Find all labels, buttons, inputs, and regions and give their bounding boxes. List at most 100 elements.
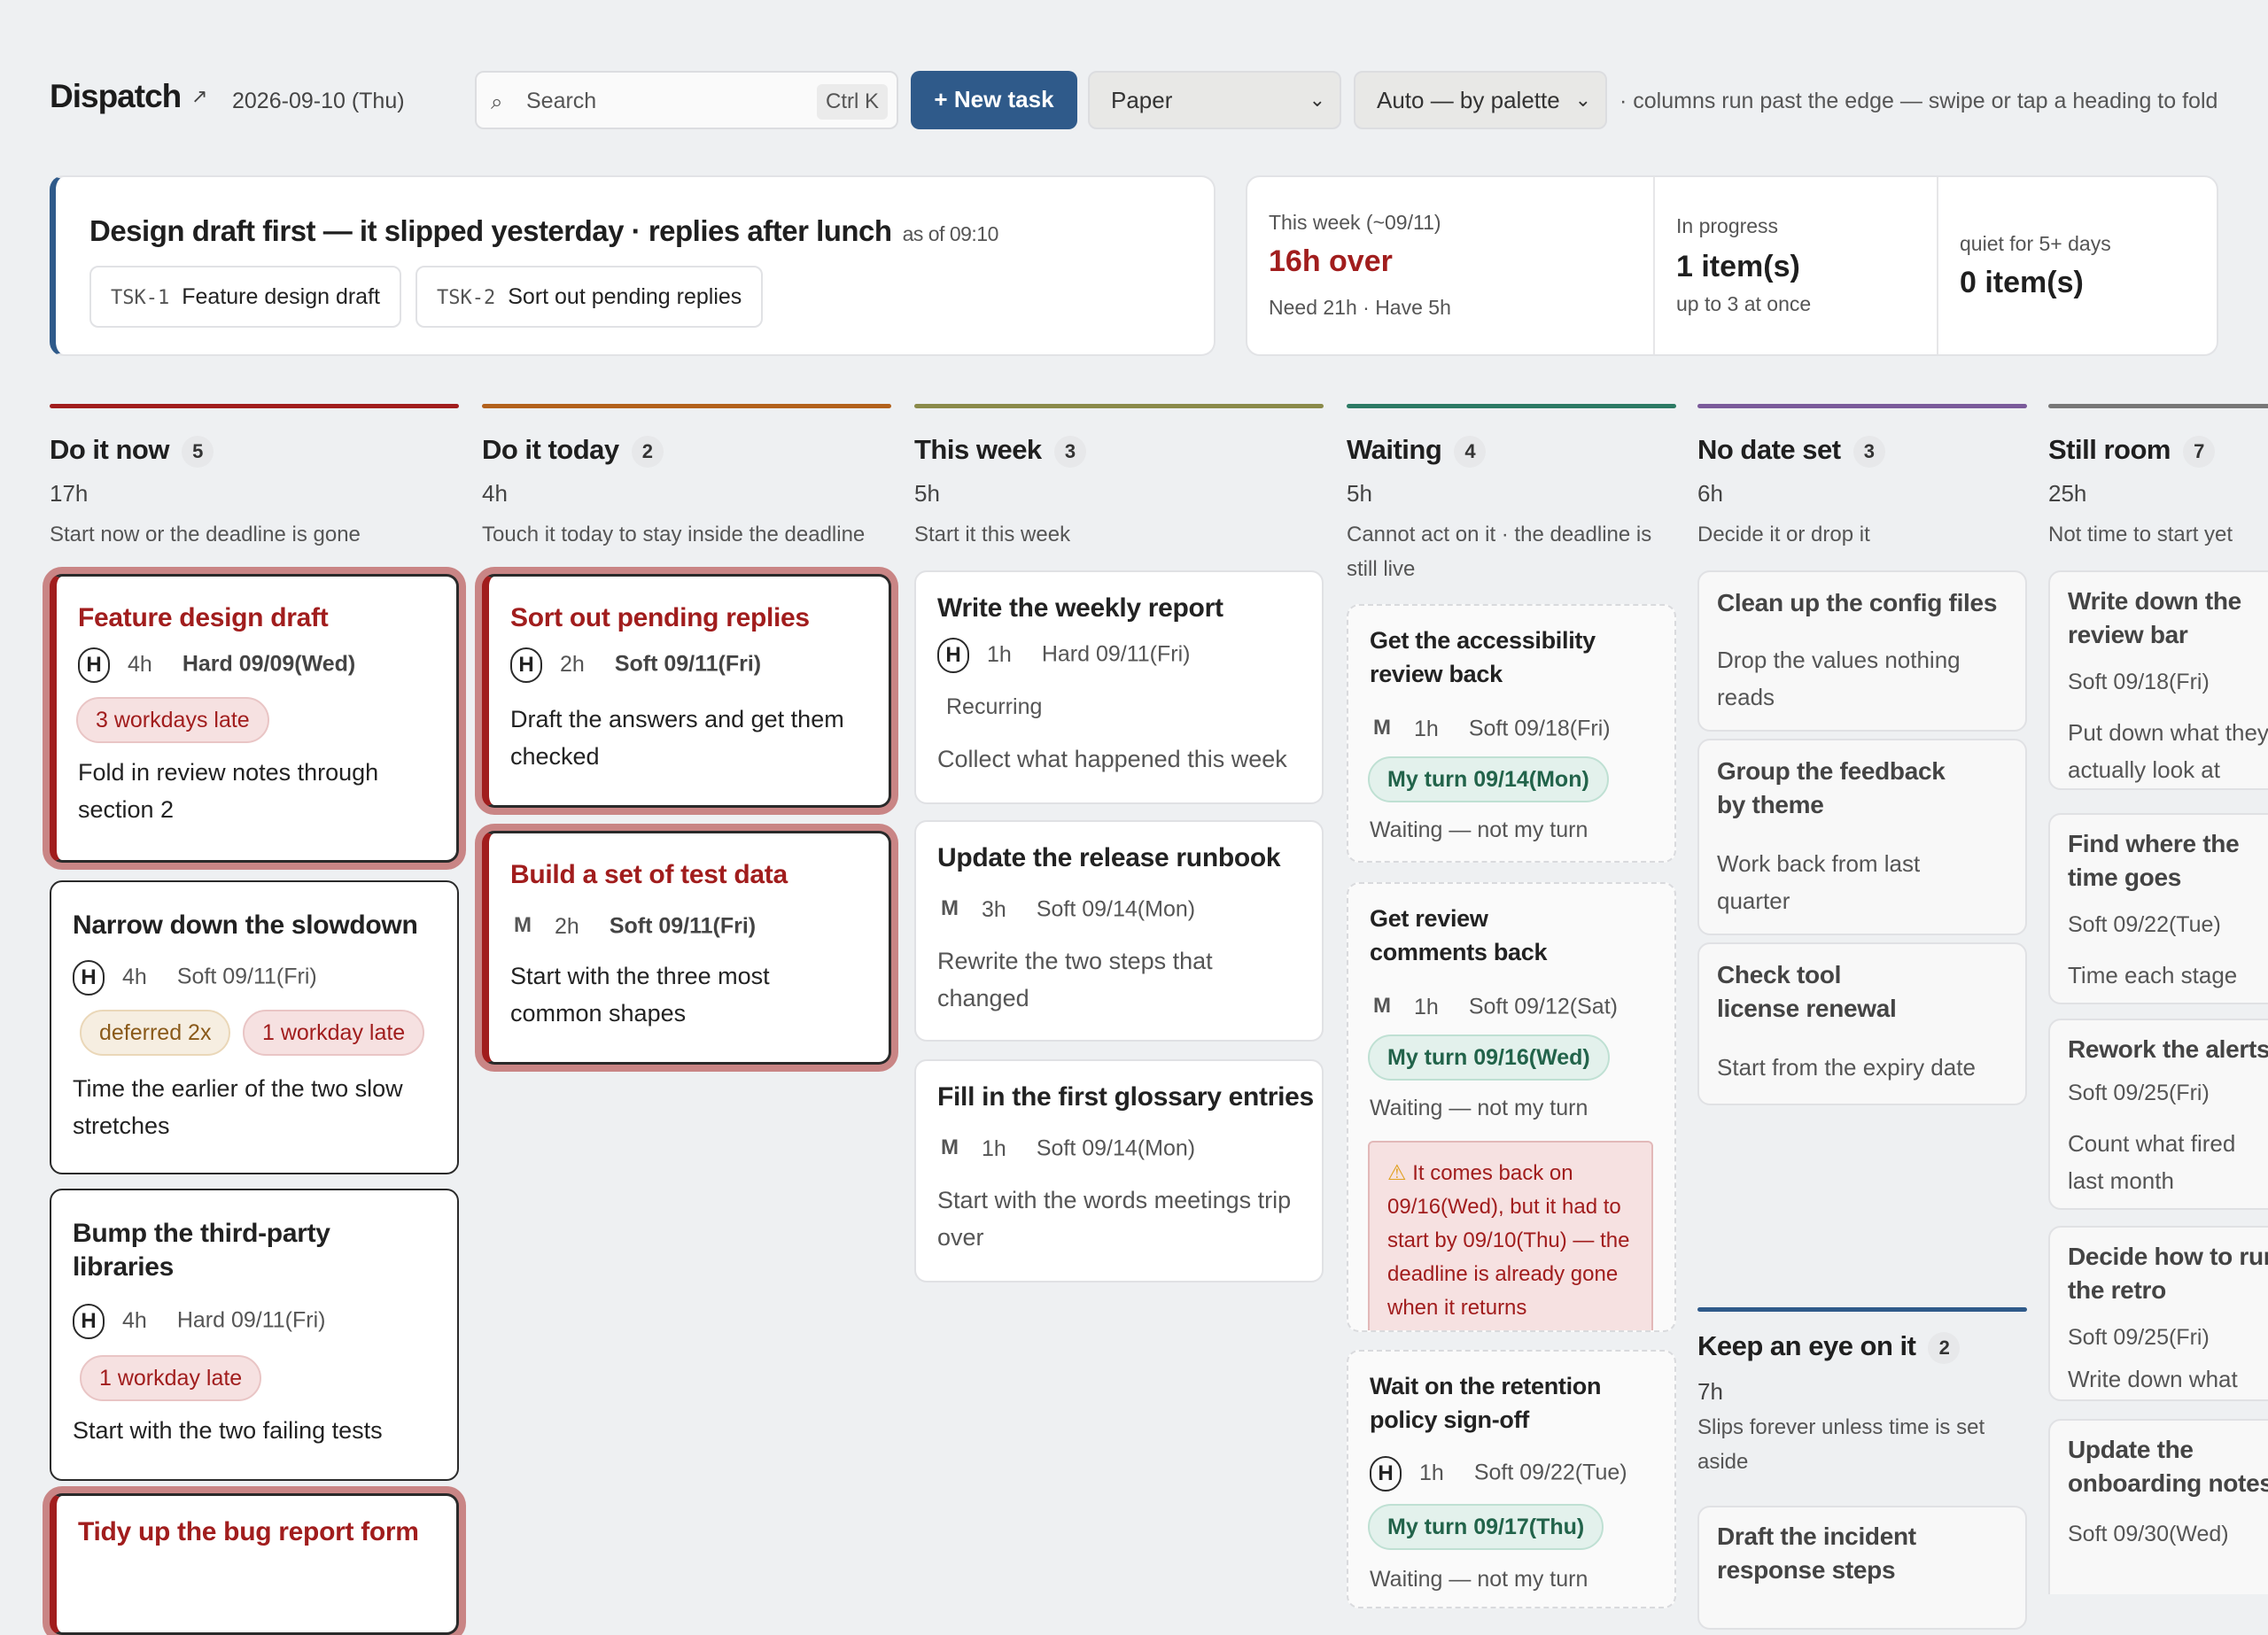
task-hours: 1h [1414,716,1439,741]
task-hours: 4h [128,651,152,677]
task-meta: M 1h Soft 09/18(Fri) [1370,712,1611,748]
late-badge: 1 workday late [243,1010,425,1056]
task-card[interactable]: Feature design draft H 4h Hard 09/09(Wed) … [50,574,459,863]
task-title: Sort out pending replies [510,603,810,632]
column-no-date-set: No date set 3 6h Decide it or drop it Cle… [1697,404,2027,1630]
column-color-bar [482,404,891,408]
task-note: Time the earlier of the two slow stretch… [73,1075,403,1139]
column-heading[interactable]: Keep an eye on it 2 [1697,1330,1961,1364]
task-card[interactable]: Check tool license renewal Start from th… [1697,942,2027,1105]
column-heading[interactable]: Still room 7 [2048,434,2215,468]
task-hours: 1h [1419,1460,1444,1485]
task-card[interactable]: Group the feedback by theme Work back fr… [1697,739,2027,935]
column-hours: 17h [50,480,89,507]
stat-sub: Need 21h · Have 5h [1269,296,1451,319]
task-title: Fill in the first glossary entries [937,1082,1314,1112]
column-count: 4 [1454,435,1487,468]
task-title: Build a set of test data [510,860,788,889]
color-mode-select[interactable]: Auto — by palette ⌄ [1354,71,1607,129]
external-link-icon[interactable]: ↗ [191,85,207,108]
my-turn-badge: My turn 09/14(Mon) [1368,756,1609,802]
focus-chip[interactable]: TSK-1 Feature design draft [89,266,401,328]
task-card[interactable]: Find where the time goes Soft 09/22(Tue)… [2048,813,2268,1004]
task-card[interactable]: Clean up the config files Drop the value… [1697,570,2027,732]
task-meta: H 4h Hard 09/09(Wed) [78,647,355,683]
my-turn-badge: My turn 09/17(Thu) [1368,1504,1604,1550]
task-deadline: Hard 09/11(Fri) [176,1307,326,1333]
column-heading[interactable]: Do it now 5 [50,434,214,468]
task-deadline: Soft 09/14(Mon) [1036,896,1196,922]
task-card[interactable]: Bump the third-party libraries H 4h Hard 0… [50,1189,459,1481]
warning-icon: ⚠ [1387,1161,1413,1185]
task-card[interactable]: Write down the review bar Soft 09/18(Fri… [2048,570,2268,790]
priority-badge: H [78,647,110,683]
task-title: Update the onboarding notes [2068,1436,2268,1497]
task-title: Get the accessibility review back [1370,627,1596,687]
task-card[interactable]: Tidy up the bug report form [50,1493,459,1635]
stat-label: In progress [1676,214,1779,237]
column-hours: 25h [2048,480,2087,507]
task-card[interactable]: Fill in the first glossary entries M 1h So… [914,1059,1324,1282]
warning-text: It comes back on 09/16(Wed), but it had … [1387,1161,1630,1320]
task-deadline: Soft 09/30(Wed) [2068,1522,2229,1546]
task-note: Put down what they actually look at [2068,719,2268,783]
late-badge: 1 workday late [80,1355,262,1401]
task-note: Count what fired last month [2068,1130,2236,1194]
theme-select-value: Paper [1111,87,1173,113]
deadline-warning: ⚠ It comes back on 09/16(Wed), but it ha… [1368,1141,1653,1330]
task-card[interactable]: Rework the alerts Soft 09/25(Fri) Count … [2048,1019,2268,1210]
task-title: Decide how to run the retro [2068,1243,2268,1304]
task-note: Time each stage [2068,962,2238,988]
task-title: Find where the time goes [2068,830,2240,891]
task-card[interactable]: Write the weekly report H 1h Hard 09/11(Fr… [914,570,1324,804]
app-title[interactable]: Dispatch [50,78,182,115]
task-meta: H 2h Soft 09/11(Fri) [510,647,761,683]
task-meta: M 3h Soft 09/14(Mon) [937,893,1195,928]
task-card[interactable]: Draft the incident response steps [1697,1506,2027,1630]
task-title: Wait on the retention policy sign-off [1370,1373,1602,1433]
column-title: Still room [2048,434,2171,465]
task-deadline: Soft 09/22(Tue) [1473,1460,1627,1485]
search-shortcut: Ctrl K [817,84,888,120]
late-badge: 3 workdays late [76,697,269,743]
search-input[interactable]: Search [526,89,596,114]
column-count: 3 [1852,435,1885,468]
stat-week: This week (~09/11) 16h over Need 21h · H… [1247,177,1653,354]
focus-chip[interactable]: TSK-2 Sort out pending replies [416,266,764,328]
task-note: Draft the answers and get them checked [510,706,844,770]
column-heading[interactable]: Do it today 2 [482,434,664,468]
task-meta: M 2h Soft 09/11(Fri) [510,910,756,945]
task-card[interactable]: Build a set of test data M 2h Soft 09/11(F… [482,831,891,1065]
priority-badge: H [510,647,542,683]
search-box[interactable]: ⌕ Search Ctrl K [475,71,898,129]
column-hours: 5h [914,480,940,507]
task-deadline: Soft 09/14(Mon) [1036,1135,1196,1161]
task-note: Write down what worked last time [2068,1366,2238,1392]
task-card[interactable]: Narrow down the slowdown H 4h Soft 09/11(F… [50,880,459,1174]
column-heading[interactable]: This week 3 [914,434,1086,468]
column-title: Keep an eye on it [1697,1330,1916,1361]
stat-value: 16h over [1269,244,1393,278]
task-note: Rewrite the two steps that changed [937,948,1213,1011]
focus-title-text: Design draft first — it slipped yesterda… [89,214,892,247]
stat-quiet: quiet for 5+ days 0 item(s) [1937,177,2218,354]
priority-badge: H [1370,1456,1402,1492]
stat-sub: up to 3 at once [1676,292,1812,315]
task-card[interactable]: Update the onboarding notes Soft 09/30(W… [2048,1419,2268,1594]
task-hours: 3h [982,896,1006,922]
task-card[interactable]: Get review comments back M 1h Soft 09/12(S… [1347,882,1676,1332]
theme-select[interactable]: Paper ⌄ [1088,71,1341,129]
task-card[interactable]: Get the accessibility review back M 1h Sof… [1347,604,1676,863]
task-title: Draft the incident response steps [1717,1523,1916,1584]
focus-title: Design draft first — it slipped yesterda… [89,214,998,248]
task-card[interactable]: Wait on the retention policy sign-off H1… [1347,1350,1676,1608]
new-task-button[interactable]: + New task [911,71,1077,129]
task-card[interactable]: Update the release runbook M 3h Soft 09/14… [914,820,1324,1042]
task-card[interactable]: Decide how to run the retro Soft 09/25(F… [2048,1226,2268,1401]
column-heading[interactable]: Waiting 4 [1347,434,1487,468]
column-heading[interactable]: No date set 3 [1697,434,1885,468]
task-card[interactable]: Sort out pending replies H 2h Soft 09/11(F… [482,574,891,808]
column-title: No date set [1697,434,1841,465]
task-deadline: Soft 09/25(Fri) [2068,1325,2210,1350]
priority-badge: H [937,638,969,673]
